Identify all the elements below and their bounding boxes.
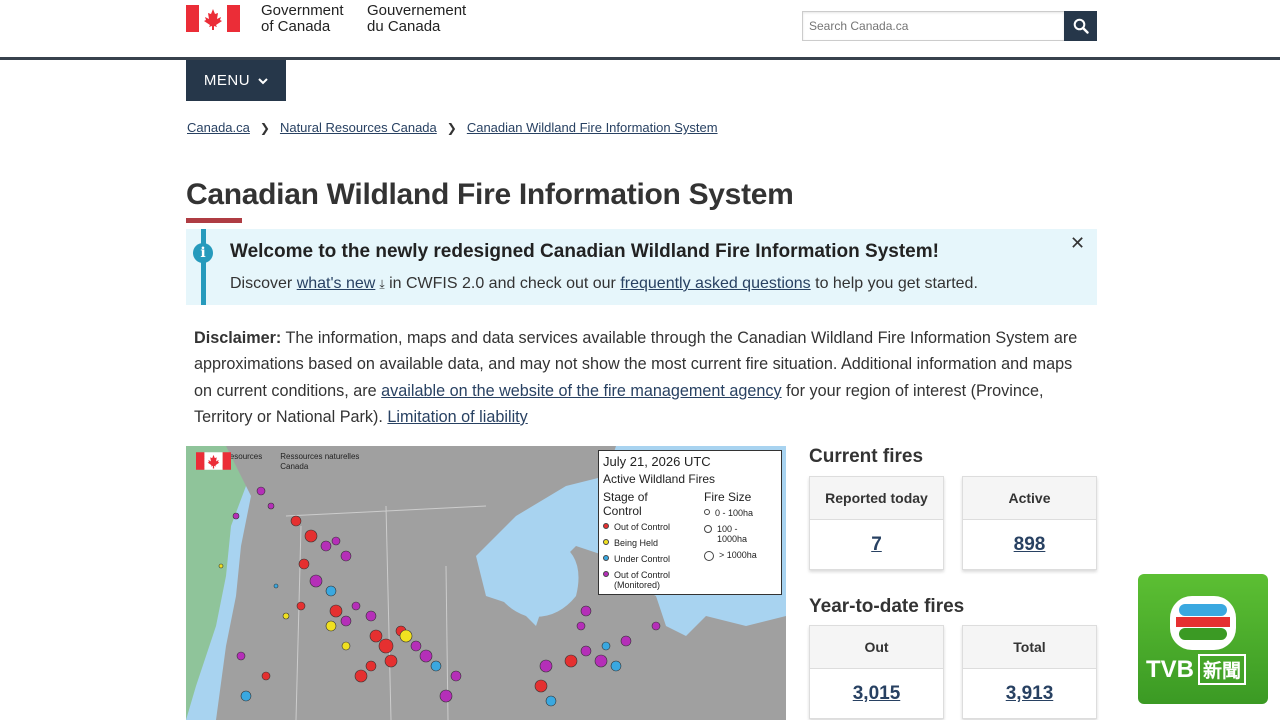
disclaimer-label: Disclaimer:	[194, 329, 282, 347]
canada-flag-icon[interactable]	[186, 5, 240, 32]
active-label: Active	[963, 477, 1096, 520]
alert-stripe	[201, 229, 206, 305]
search-icon	[1073, 18, 1089, 34]
map-legend: July 21, 2026 UTC Active Wildland Fires …	[598, 450, 782, 595]
fire-agency-link[interactable]: available on the website of the fire man…	[381, 382, 781, 400]
legend-monitored: Out of Control (Monitored)	[603, 570, 670, 590]
gov-fr-line2: du Canada	[367, 18, 441, 35]
current-fires-heading: Current fires	[809, 446, 924, 467]
chevron-down-icon	[258, 77, 268, 84]
legend-out-of-control: Out of Control	[603, 522, 670, 532]
alert-text: in CWFIS 2.0 and check out our	[384, 275, 621, 292]
active-card: Active 898	[962, 476, 1097, 570]
whats-new-link[interactable]: what's new	[297, 275, 376, 292]
limitation-of-liability-link[interactable]: Limitation of liability	[387, 408, 527, 426]
tvb-text: TVB 新聞	[1146, 654, 1247, 685]
disclaimer: Disclaimer: The information, maps and da…	[194, 325, 1094, 430]
out-card: Out 3,015	[809, 625, 944, 719]
menu-button[interactable]: MENU	[186, 60, 286, 101]
legend-stage-heading: Stage of Control	[603, 490, 648, 518]
search-input[interactable]	[802, 11, 1065, 41]
canada-flag-icon	[196, 452, 231, 470]
nrcan-map-logo: Natural ResourcesCanada Ressources natur…	[196, 452, 359, 472]
total-card: Total 3,913	[962, 625, 1097, 719]
out-label: Out	[810, 626, 943, 669]
breadcrumb-canada[interactable]: Canada.ca	[187, 120, 250, 135]
breadcrumb-nrcan[interactable]: Natural Resources Canada	[280, 120, 437, 135]
site-header: Government of Canada Gouvernement du Can…	[0, 0, 1280, 60]
legend-subtitle: Active Wildland Fires	[603, 472, 716, 486]
tvb-news-logo: TVB 新聞	[1138, 574, 1268, 704]
legend-size-small: 0 - 100ha	[704, 508, 753, 518]
chevron-right-icon: ❯	[259, 120, 270, 135]
legend-under-control: Under Control	[603, 554, 670, 564]
out-link[interactable]: 3,015	[853, 683, 901, 705]
logo-fr: Ressources naturelles Canada	[280, 452, 360, 471]
alert-body: Discover what's new ⤓ in CWFIS 2.0 and ch…	[230, 275, 978, 293]
active-fires-map[interactable]: Natural ResourcesCanada Ressources natur…	[186, 446, 786, 720]
legend-size-large: > 1000ha	[704, 550, 757, 561]
active-link[interactable]: 898	[1014, 534, 1046, 556]
alert-text: Discover	[230, 275, 297, 292]
chevron-right-icon: ❯	[446, 120, 457, 135]
alert-heading: Welcome to the newly redesigned Canadian…	[230, 241, 939, 262]
ytd-fires-heading: Year-to-date fires	[809, 596, 965, 617]
government-of-canada-wordmark[interactable]: Government of Canada	[261, 3, 344, 35]
search-button[interactable]	[1064, 11, 1097, 41]
legend-size-heading: Fire Size	[704, 490, 752, 504]
breadcrumb: Canada.ca ❯ Natural Resources Canada ❯ C…	[187, 120, 718, 135]
reported-today-link[interactable]: 7	[871, 534, 882, 556]
legend-size-medium: 100 -1000ha	[704, 524, 747, 544]
page-title: Canadian Wildland Fire Information Syste…	[186, 178, 794, 211]
legend-being-held: Being Held	[603, 538, 658, 548]
gov-fr-line1: Gouvernement	[367, 2, 467, 19]
gov-en-line1: Government	[261, 2, 344, 19]
menu-label: MENU	[203, 72, 251, 89]
legend-date: July 21, 2026 UTC	[603, 454, 711, 469]
alert-text: to help you get started.	[810, 275, 978, 292]
info-icon: i	[193, 243, 213, 263]
reported-today-card: Reported today 7	[809, 476, 944, 570]
title-underline	[186, 218, 242, 223]
breadcrumb-cwfis[interactable]: Canadian Wildland Fire Information Syste…	[467, 120, 718, 135]
close-icon[interactable]: ✕	[1070, 233, 1085, 254]
info-alert: i Welcome to the newly redesigned Canadi…	[186, 229, 1097, 305]
total-link[interactable]: 3,913	[1006, 683, 1054, 705]
gouvernement-du-canada-wordmark[interactable]: Gouvernement du Canada	[367, 3, 466, 35]
gov-en-line2: of Canada	[261, 18, 331, 35]
total-label: Total	[963, 626, 1096, 669]
reported-today-label: Reported today	[810, 477, 943, 520]
faq-link[interactable]: frequently asked questions	[620, 275, 810, 292]
